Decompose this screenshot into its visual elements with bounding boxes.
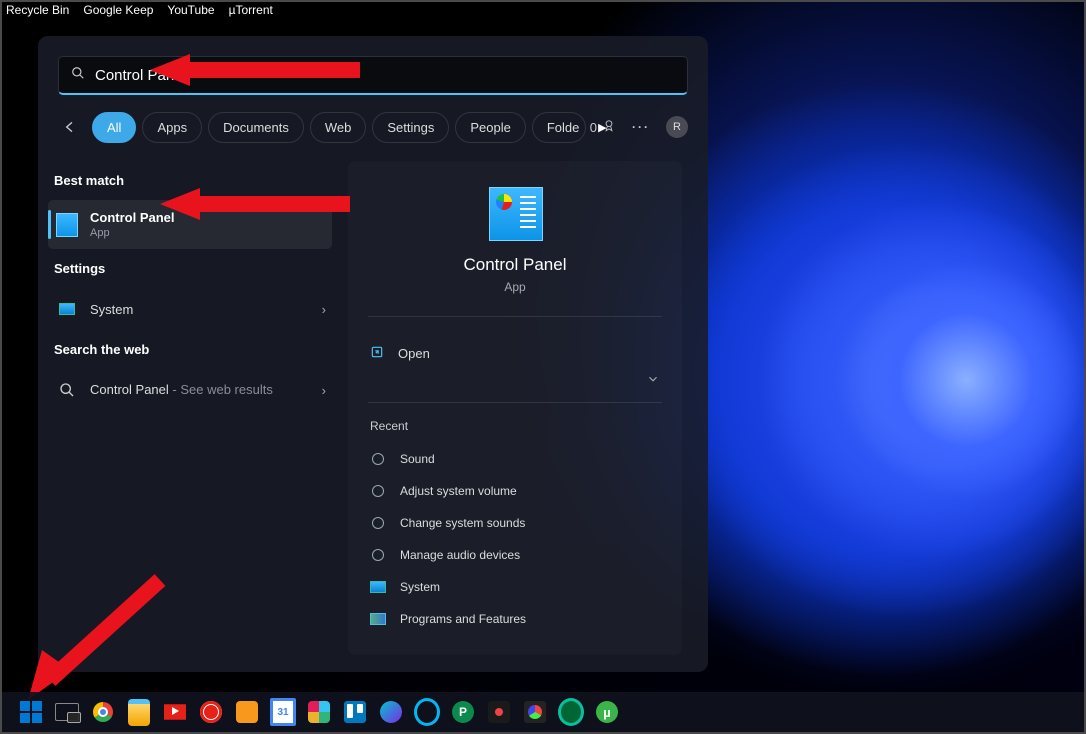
taskbar: 31 P µ	[0, 692, 1086, 732]
recent-change-system-sounds[interactable]: Change system sounds	[368, 507, 662, 539]
result-best-match-control-panel[interactable]: Control Panel App	[48, 200, 332, 249]
taskbar-audible[interactable]	[234, 699, 260, 725]
open-icon	[370, 345, 384, 362]
rewards-points: 0	[590, 120, 597, 135]
taskbar-davinci-resolve[interactable]	[522, 699, 548, 725]
details-card: Control Panel App Open Recent Sound Adju…	[348, 161, 682, 655]
taskbar-app-green-circle[interactable]: P	[450, 699, 476, 725]
recent-label: System	[400, 580, 440, 594]
start-button[interactable]	[18, 699, 44, 725]
speaker-icon	[370, 515, 386, 531]
taskbar-app-red-dot[interactable]	[486, 699, 512, 725]
taskbar-google-calendar[interactable]: 31	[270, 699, 296, 725]
section-best-match: Best match	[48, 161, 332, 200]
filter-settings[interactable]: Settings	[372, 112, 449, 143]
desktop-icon-utorrent[interactable]: µTorrent	[229, 3, 273, 17]
result-web-control-panel[interactable]: Control Panel - See web results ›	[48, 369, 332, 411]
details-subtitle: App	[368, 280, 662, 294]
taskbar-canva[interactable]	[378, 699, 404, 725]
recent-sound[interactable]: Sound	[368, 443, 662, 475]
desktop-icon-recycle-bin[interactable]: Recycle Bin	[6, 3, 69, 17]
task-view-button[interactable]	[54, 699, 80, 725]
recent-label: Change system sounds	[400, 516, 525, 530]
filter-apps[interactable]: Apps	[142, 112, 202, 143]
results-left-column: Best match Control Panel App Settings Sy…	[38, 151, 338, 665]
recent-label: Adjust system volume	[400, 484, 517, 498]
taskbar-youtube-music[interactable]	[198, 699, 224, 725]
system-icon	[370, 579, 386, 595]
result-title: Control Panel	[90, 210, 326, 225]
taskbar-app-teal-ring[interactable]	[558, 699, 584, 725]
section-settings: Settings	[48, 249, 332, 288]
taskbar-slack[interactable]	[306, 699, 332, 725]
results-right-column: Control Panel App Open Recent Sound Adju…	[338, 151, 704, 665]
taskbar-youtube[interactable]	[162, 699, 188, 725]
taskbar-trello[interactable]	[342, 699, 368, 725]
search-box[interactable]: Control Panel	[58, 56, 688, 95]
search-input[interactable]: Control Panel	[95, 67, 675, 84]
search-icon	[71, 66, 85, 85]
programs-icon	[370, 611, 386, 627]
recent-label: Programs and Features	[400, 612, 526, 626]
result-subtitle: App	[90, 227, 326, 239]
speaker-icon	[370, 451, 386, 467]
recent-adjust-system-volume[interactable]: Adjust system volume	[368, 475, 662, 507]
result-label: System	[90, 302, 310, 317]
filter-row: All Apps Documents Web Settings People F…	[52, 111, 696, 143]
back-button[interactable]	[52, 111, 88, 143]
taskbar-utorrent[interactable]: µ	[594, 699, 620, 725]
taskbar-chrome[interactable]	[90, 699, 116, 725]
desktop-icon-labels: Recycle Bin Google Keep YouTube µTorrent	[6, 3, 273, 17]
recent-programs-and-features[interactable]: Programs and Features	[368, 603, 662, 635]
recent-heading: Recent	[368, 419, 662, 443]
control-panel-large-icon	[489, 187, 541, 239]
web-result-title: Control Panel	[90, 382, 169, 397]
section-search-web: Search the web	[48, 330, 332, 369]
rewards-indicator[interactable]: 0	[590, 119, 616, 136]
taskbar-file-explorer[interactable]	[126, 699, 152, 725]
desktop-icon-google-keep[interactable]: Google Keep	[83, 3, 153, 17]
desktop-icon-youtube[interactable]: YouTube	[167, 3, 214, 17]
speaker-icon	[370, 547, 386, 563]
start-search-panel: Control Panel All Apps Documents Web Set…	[38, 36, 708, 672]
system-icon	[56, 298, 78, 320]
chevron-right-icon: ›	[322, 383, 326, 398]
medal-icon	[602, 119, 616, 136]
recent-label: Sound	[400, 452, 435, 466]
open-label: Open	[398, 346, 430, 361]
control-panel-icon	[56, 214, 78, 236]
open-action[interactable]: Open	[368, 339, 662, 368]
filter-people[interactable]: People	[455, 112, 525, 143]
search-icon	[56, 379, 78, 401]
details-title: Control Panel	[368, 255, 662, 275]
taskbar-app-blue-ring[interactable]	[414, 699, 440, 725]
expand-actions[interactable]	[368, 368, 662, 386]
chevron-right-icon: ›	[322, 302, 326, 317]
result-settings-system[interactable]: System ›	[48, 288, 332, 330]
recent-system[interactable]: System	[368, 571, 662, 603]
recent-label: Manage audio devices	[400, 548, 520, 562]
recent-manage-audio-devices[interactable]: Manage audio devices	[368, 539, 662, 571]
filter-all[interactable]: All	[92, 112, 136, 143]
filter-folders[interactable]: Folde	[532, 112, 587, 143]
more-options-button[interactable]: ···	[632, 121, 650, 133]
web-result-suffix: - See web results	[169, 382, 273, 397]
filter-web[interactable]: Web	[310, 112, 367, 143]
user-avatar[interactable]: R	[666, 116, 688, 138]
filter-documents[interactable]: Documents	[208, 112, 304, 143]
speaker-icon	[370, 483, 386, 499]
